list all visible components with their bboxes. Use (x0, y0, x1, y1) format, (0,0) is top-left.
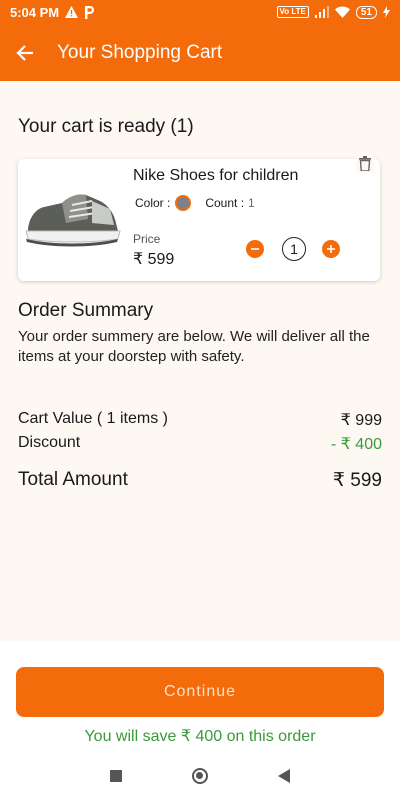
product-attributes: Color : Count : 1 (135, 195, 255, 211)
product-name: Nike Shoes for children (133, 167, 299, 184)
total-amount: ₹ 599 (332, 470, 382, 491)
color-label: Color : (135, 196, 171, 210)
delete-item-button[interactable] (356, 153, 374, 173)
trash-icon (359, 155, 371, 171)
plus-icon (327, 245, 335, 253)
count-label: Count : (205, 196, 245, 210)
total-label: Total Amount (18, 469, 128, 490)
minus-icon (251, 248, 259, 250)
price-label: Price (133, 232, 161, 246)
discount-amount: - ₹ 400 (330, 436, 382, 453)
decrease-quantity-button[interactable] (246, 240, 264, 258)
status-bar: 5:04 PM Vo LTE 51 (0, 0, 400, 24)
savings-message: You will save ₹ 400 on this order (84, 728, 316, 745)
app-bar: Your Shopping Cart (0, 24, 400, 81)
page-title: Your Shopping Cart (57, 41, 223, 63)
color-swatch[interactable] (175, 195, 192, 211)
increase-quantity-button[interactable] (322, 240, 340, 258)
home-button[interactable] (192, 768, 208, 784)
quantity-value: 1 (282, 237, 306, 261)
cart-value-label: Cart Value ( 1 items ) (18, 410, 168, 427)
total-row: Total Amount ₹ 599 (18, 469, 382, 492)
back-button[interactable] (0, 24, 50, 81)
warning-icon (65, 6, 79, 18)
order-summary-description: Your order summery are below. We will de… (18, 328, 370, 365)
battery-indicator: 51 (355, 5, 377, 19)
system-nav-bar (0, 752, 400, 800)
cart-value-amount: ₹ 999 (340, 412, 382, 429)
system-back-button[interactable] (278, 769, 290, 783)
discount-label: Discount (18, 434, 81, 451)
cart-item-card: Nike Shoes for children Color : Count : … (18, 153, 380, 281)
charging-icon (383, 6, 390, 18)
price-value: ₹ 599 (133, 251, 175, 268)
cart-heading: Your cart is ready (1) (18, 116, 194, 137)
signal-icon (314, 6, 329, 18)
status-right: Vo LTE 51 (276, 5, 390, 19)
count-value: 1 (248, 196, 255, 210)
continue-button[interactable]: Continue (16, 667, 384, 717)
arrow-left-icon (16, 44, 33, 61)
wifi-icon (334, 6, 350, 18)
status-time: 5:04 PM (10, 4, 60, 20)
product-image (25, 194, 121, 247)
discount-row: Discount - ₹ 400 (18, 434, 382, 454)
order-summary-title: Order Summary (18, 300, 154, 321)
parking-icon (85, 5, 95, 19)
checkout-footer: Continue You will save ₹ 400 on this ord… (0, 641, 400, 752)
volte-badge: Vo LTE (276, 6, 309, 18)
quantity-stepper: 1 (246, 237, 340, 261)
cart-value-row: Cart Value ( 1 items ) ₹ 999 (18, 410, 382, 430)
cart-content: Your cart is ready (1) Nike Shoes for ch… (0, 81, 400, 641)
recents-button[interactable] (110, 770, 122, 782)
status-left: 5:04 PM (10, 4, 95, 20)
